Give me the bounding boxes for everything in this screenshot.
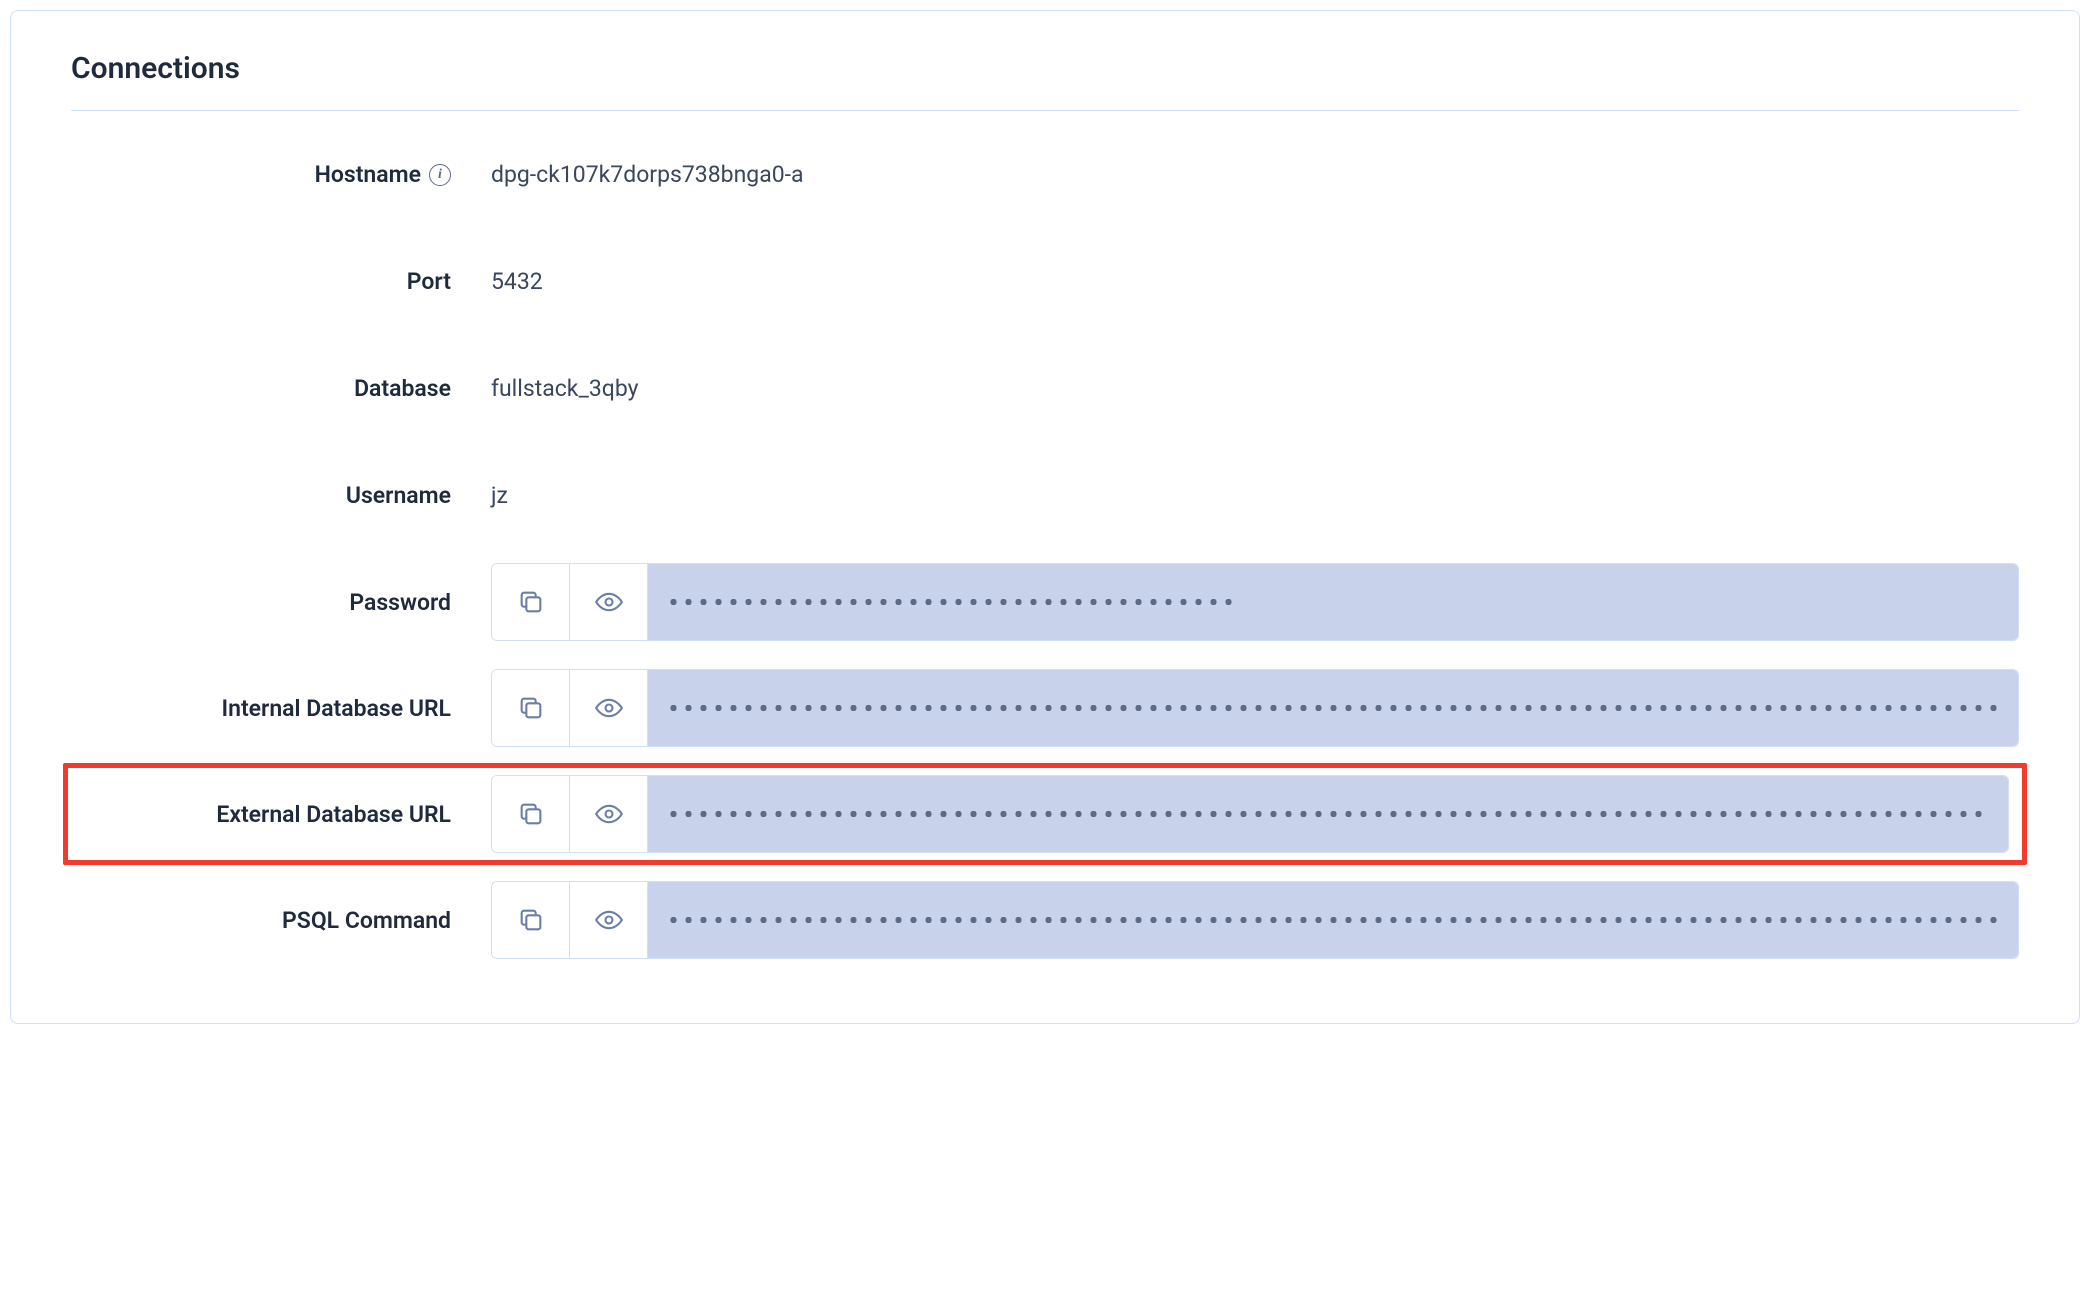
password-value bbox=[491, 563, 2019, 641]
reveal-button[interactable] bbox=[570, 670, 648, 746]
copy-button[interactable] bbox=[492, 670, 570, 746]
hostname-label: Hostname i bbox=[71, 161, 491, 188]
reveal-button[interactable] bbox=[570, 882, 648, 958]
copy-icon bbox=[517, 906, 545, 934]
psql-masked bbox=[648, 882, 2018, 958]
connections-panel: Connections Hostname i dpg-ck107k7dorps7… bbox=[10, 10, 2080, 1024]
external-url-field bbox=[491, 775, 2009, 853]
copy-icon bbox=[517, 800, 545, 828]
copy-icon bbox=[517, 588, 545, 616]
panel-title: Connections bbox=[71, 51, 2019, 111]
reveal-button[interactable] bbox=[570, 564, 648, 640]
port-label: Port bbox=[71, 268, 491, 295]
eye-icon bbox=[595, 800, 623, 828]
copy-icon bbox=[517, 694, 545, 722]
fields-list: Hostname i dpg-ck107k7dorps738bnga0-a Po… bbox=[71, 121, 2019, 973]
eye-icon bbox=[595, 906, 623, 934]
internal-url-field bbox=[491, 669, 2019, 747]
dots-mask bbox=[666, 810, 1990, 818]
info-icon[interactable]: i bbox=[429, 164, 451, 186]
internal-url-label: Internal Database URL bbox=[71, 695, 491, 722]
reveal-button[interactable] bbox=[570, 776, 648, 852]
username-row: Username jz bbox=[71, 442, 2019, 549]
database-value: fullstack_3qby bbox=[491, 375, 2019, 402]
copy-button[interactable] bbox=[492, 776, 570, 852]
port-row: Port 5432 bbox=[71, 228, 2019, 335]
hostname-value: dpg-ck107k7dorps738bnga0-a bbox=[491, 161, 2019, 188]
internal-url-masked bbox=[648, 670, 2018, 746]
hostname-row: Hostname i dpg-ck107k7dorps738bnga0-a bbox=[71, 121, 2019, 228]
username-label: Username bbox=[71, 482, 491, 509]
password-masked bbox=[648, 564, 2018, 640]
username-value: jz bbox=[491, 482, 2019, 509]
psql-row: PSQL Command bbox=[71, 867, 2019, 973]
internal-url-value bbox=[491, 669, 2019, 747]
external-url-value bbox=[491, 775, 2019, 853]
port-value: 5432 bbox=[491, 268, 2019, 295]
external-url-masked bbox=[648, 776, 2008, 852]
internal-url-row: Internal Database URL bbox=[71, 655, 2019, 761]
database-label: Database bbox=[71, 375, 491, 402]
eye-icon bbox=[595, 694, 623, 722]
eye-icon bbox=[595, 588, 623, 616]
password-row: Password bbox=[71, 549, 2019, 655]
external-url-highlight: External Database URL bbox=[61, 761, 2029, 867]
copy-button[interactable] bbox=[492, 564, 570, 640]
dots-mask bbox=[666, 916, 2000, 924]
psql-label: PSQL Command bbox=[71, 907, 491, 934]
password-field bbox=[491, 563, 2019, 641]
external-url-label: External Database URL bbox=[71, 801, 491, 828]
psql-field bbox=[491, 881, 2019, 959]
dots-mask bbox=[666, 598, 1236, 606]
copy-button[interactable] bbox=[492, 882, 570, 958]
psql-value bbox=[491, 881, 2019, 959]
external-url-row: External Database URL bbox=[71, 775, 2019, 853]
dots-mask bbox=[666, 704, 2000, 712]
password-label: Password bbox=[71, 589, 491, 616]
database-row: Database fullstack_3qby bbox=[71, 335, 2019, 442]
